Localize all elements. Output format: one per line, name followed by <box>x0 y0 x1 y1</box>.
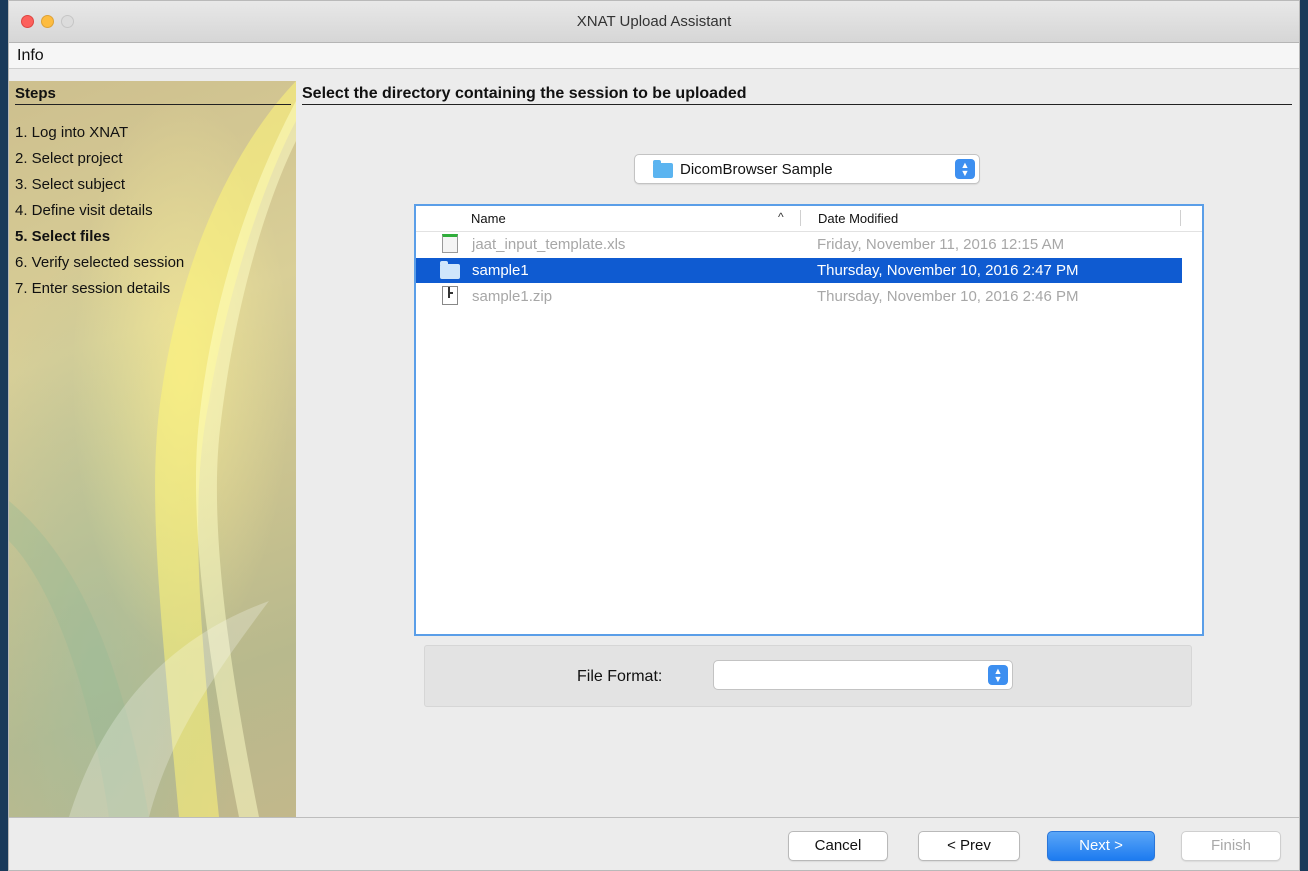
file-list[interactable]: Name ^ Date Modified jaat_input_template… <box>414 204 1204 636</box>
step-item: 6. Verify selected session <box>15 254 185 271</box>
step-item: 4. Define visit details <box>15 202 153 219</box>
page-title: Select the directory containing the sess… <box>302 85 747 102</box>
column-header-name[interactable]: Name <box>471 211 506 226</box>
file-name: jaat_input_template.xls <box>472 236 626 253</box>
prev-button[interactable]: < Prev <box>918 831 1020 861</box>
select-arrows-icon: ▲ ▼ <box>955 159 975 179</box>
folder-icon <box>440 261 460 279</box>
menu-bar: Info <box>9 43 1299 69</box>
column-separator[interactable] <box>1180 210 1181 226</box>
file-list-header: Name ^ Date Modified <box>416 206 1202 232</box>
file-row-selected[interactable]: sample1 Thursday, November 10, 2016 2:47… <box>416 258 1182 283</box>
main-panel: Select the directory containing the sess… <box>296 81 1299 817</box>
spreadsheet-icon <box>442 234 458 253</box>
column-separator[interactable] <box>800 210 801 226</box>
steps-divider <box>15 104 291 105</box>
file-row[interactable]: jaat_input_template.xls Friday, November… <box>416 232 1182 257</box>
directory-select-value: DicomBrowser Sample <box>680 161 833 178</box>
file-date-modified: Thursday, November 10, 2016 2:47 PM <box>817 262 1079 279</box>
file-row[interactable]: sample1.zip Thursday, November 10, 2016 … <box>416 284 1182 309</box>
step-item: 1. Log into XNAT <box>15 124 129 141</box>
file-date-modified: Friday, November 11, 2016 12:15 AM <box>817 236 1065 253</box>
finish-button: Finish <box>1181 831 1281 861</box>
sort-ascending-icon[interactable]: ^ <box>778 210 784 224</box>
file-name: sample1.zip <box>472 288 553 305</box>
step-item-current: 5. Select files <box>15 228 111 245</box>
title-bar[interactable]: XNAT Upload Assistant <box>9 1 1299 43</box>
cancel-button[interactable]: Cancel <box>788 831 888 861</box>
step-item: 7. Enter session details <box>15 280 171 297</box>
folder-icon <box>653 160 673 178</box>
step-item: 2. Select project <box>15 150 123 167</box>
next-button[interactable]: Next > <box>1047 831 1155 861</box>
steps-heading: Steps <box>15 85 56 102</box>
menu-info[interactable]: Info <box>17 47 44 65</box>
window-title: XNAT Upload Assistant <box>576 13 732 30</box>
upload-assistant-window: XNAT Upload Assistant Info Steps 1. Log … <box>8 0 1300 871</box>
file-format-select[interactable]: ▲ ▼ <box>713 660 1013 690</box>
steps-panel: Steps 1. Log into XNAT 2. Select project… <box>9 81 296 817</box>
steps-list: 1. Log into XNAT 2. Select project 3. Se… <box>15 123 184 305</box>
file-name: sample1 <box>472 262 529 279</box>
file-date-modified: Thursday, November 10, 2016 2:46 PM <box>817 288 1079 305</box>
file-format-label: File Format: <box>577 668 663 685</box>
select-arrows-icon: ▲ ▼ <box>988 665 1008 685</box>
zip-icon <box>442 286 458 305</box>
button-bar: Cancel < Prev Next > Finish <box>9 817 1299 870</box>
column-header-date-modified[interactable]: Date Modified <box>818 211 898 226</box>
step-item: 3. Select subject <box>15 176 126 193</box>
directory-select[interactable]: DicomBrowser Sample ▲ ▼ <box>634 154 980 184</box>
file-format-panel: File Format: ▲ ▼ <box>424 645 1192 707</box>
heading-divider <box>302 104 1292 105</box>
